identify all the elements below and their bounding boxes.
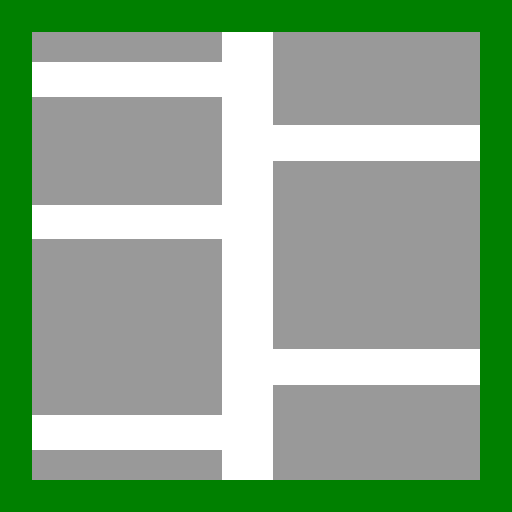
table-layout-icon [0, 0, 512, 512]
left-cell-1 [32, 32, 222, 62]
left-cell-3 [32, 239, 222, 415]
left-cell-2 [32, 97, 222, 205]
left-cell-4 [32, 450, 222, 480]
grid-panel [32, 32, 480, 480]
right-cell-2 [273, 161, 480, 349]
right-cell-3 [273, 385, 480, 480]
right-cell-1 [273, 32, 480, 125]
